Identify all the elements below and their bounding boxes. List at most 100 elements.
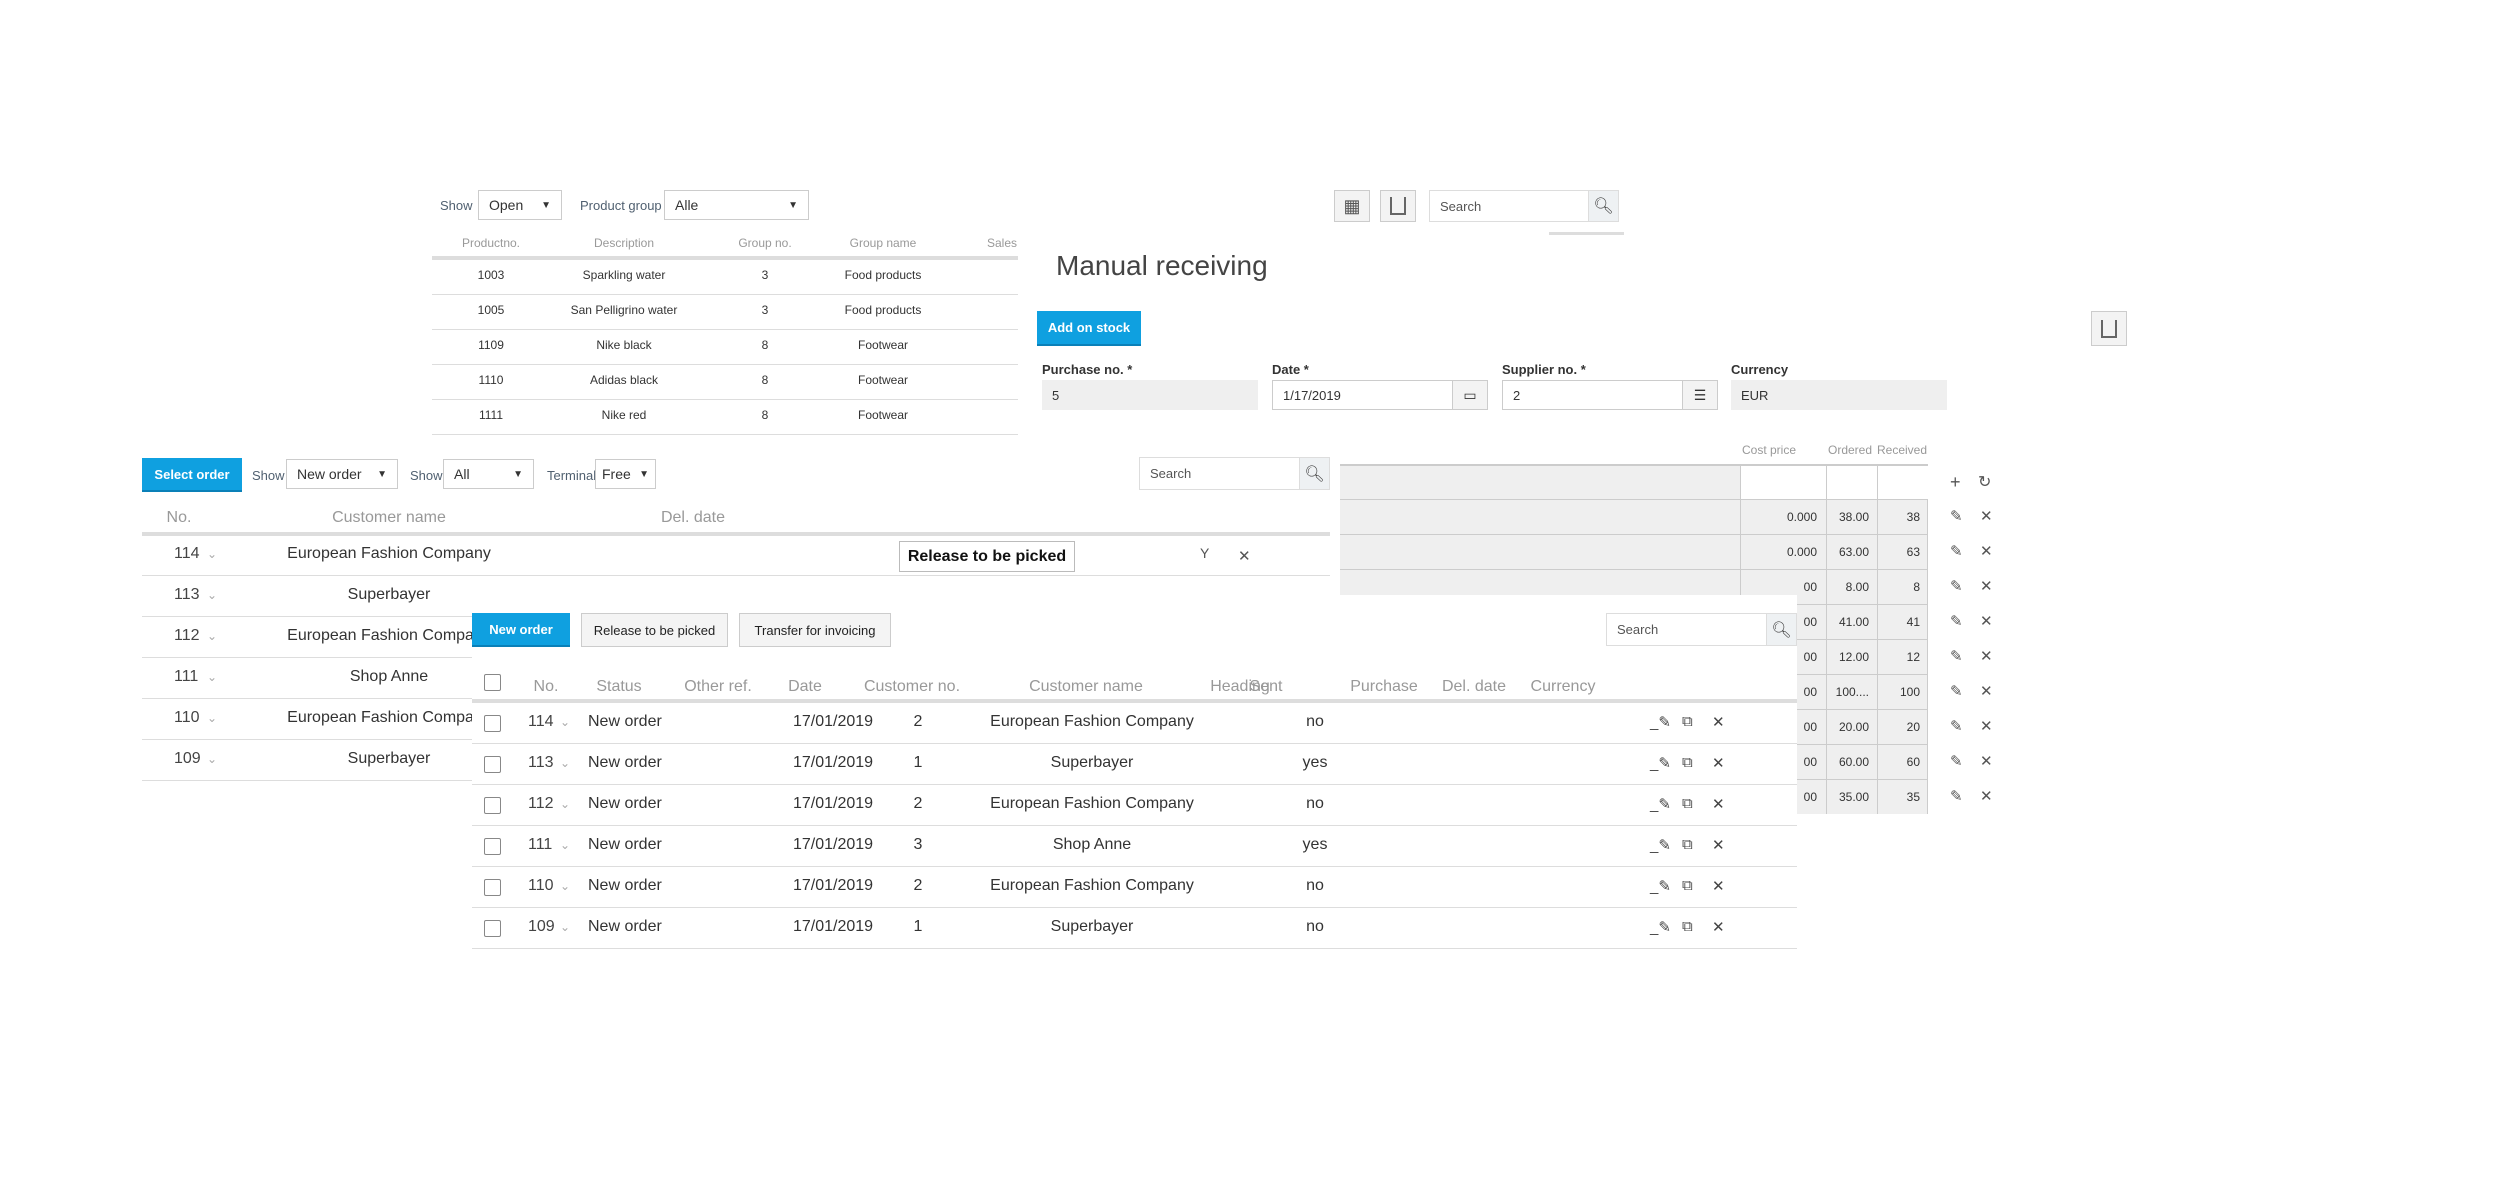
supplier-no-field[interactable]: 2 ☰ <box>1502 380 1718 410</box>
copy-icon[interactable]: ⧉ <box>1682 713 1693 730</box>
search-input[interactable]: Search <box>1140 458 1299 489</box>
delete-icon[interactable]: ✕ <box>1980 647 1993 665</box>
select-all-checkbox[interactable] <box>484 674 501 691</box>
calendar-icon[interactable]: ▭ <box>1452 381 1487 409</box>
add-icon[interactable]: + <box>1950 472 1961 493</box>
row-checkbox[interactable] <box>484 797 501 814</box>
delete-icon[interactable]: ✕ <box>1980 752 1993 770</box>
sent: no <box>1306 877 1324 894</box>
grid-view-button[interactable]: ▦ <box>1334 190 1370 222</box>
delete-icon[interactable]: ✕ <box>1712 877 1725 895</box>
edit-icon[interactable]: _✎ <box>1650 836 1671 854</box>
chevron-down-icon[interactable]: ⌄ <box>207 752 217 766</box>
edit-icon[interactable]: ✎ <box>1950 647 1963 665</box>
print-button[interactable] <box>1380 190 1416 222</box>
row-divider <box>472 948 1797 949</box>
date: 17/01/2019 <box>792 795 874 812</box>
table-cell: 1005 <box>477 303 505 317</box>
show-status-select[interactable]: New order ▼ <box>286 459 398 489</box>
edit-icon[interactable]: _✎ <box>1650 918 1671 936</box>
row-checkbox[interactable] <box>484 838 501 855</box>
new-line-input[interactable] <box>1740 466 1826 499</box>
row-divider <box>472 743 1797 744</box>
chevron-down-icon[interactable]: ⌄ <box>560 838 570 852</box>
edit-icon[interactable]: ✎ <box>1950 787 1963 805</box>
new-line-input[interactable] <box>1826 466 1877 499</box>
row-divider <box>1340 499 1928 500</box>
copy-icon[interactable]: ⧉ <box>1682 877 1693 894</box>
orders-search[interactable]: Search 🔍︎ <box>1606 613 1797 646</box>
delete-icon[interactable]: ✕ <box>1712 836 1725 854</box>
edit-icon[interactable]: ✎ <box>1950 577 1963 595</box>
list-lookup-icon[interactable]: ☰ <box>1682 381 1717 409</box>
edit-icon[interactable]: _✎ <box>1650 877 1671 895</box>
close-icon[interactable]: ✕ <box>1238 547 1251 565</box>
show-select[interactable]: Open ▼ <box>478 190 562 220</box>
receiving-search[interactable]: Search 🔍︎ <box>1429 190 1619 222</box>
chevron-down-icon[interactable]: ⌄ <box>207 588 217 602</box>
delete-icon[interactable]: ✕ <box>1980 507 1993 525</box>
copy-icon[interactable]: ⧉ <box>1682 754 1693 771</box>
chevron-down-icon[interactable]: ⌄ <box>560 920 570 934</box>
search-icon[interactable]: 🔍︎ <box>1299 458 1329 489</box>
chevron-down-icon[interactable]: ⌄ <box>207 711 217 725</box>
chevron-down-icon[interactable]: ⌄ <box>560 879 570 893</box>
delete-icon[interactable]: ✕ <box>1980 542 1993 560</box>
row-checkbox[interactable] <box>484 920 501 937</box>
row-checkbox[interactable] <box>484 715 501 732</box>
copy-icon[interactable]: ⧉ <box>1682 918 1693 935</box>
delete-icon[interactable]: ✕ <box>1712 713 1725 731</box>
search-icon[interactable]: 🔍︎ <box>1766 614 1796 645</box>
release-to-be-picked-button[interactable]: Release to be picked <box>899 541 1075 572</box>
delete-icon[interactable]: ✕ <box>1712 795 1725 813</box>
picking-search[interactable]: Search 🔍︎ <box>1139 457 1330 490</box>
delete-icon[interactable]: ✕ <box>1980 612 1993 630</box>
refresh-icon[interactable]: ↻ <box>1978 472 1991 492</box>
chevron-down-icon[interactable]: ⌄ <box>560 756 570 770</box>
edit-icon[interactable]: _✎ <box>1650 754 1671 772</box>
search-input[interactable]: Search <box>1430 191 1588 221</box>
date-field[interactable]: 1/17/2019 ▭ <box>1272 380 1488 410</box>
copy-icon[interactable]: ⧉ <box>1682 836 1693 853</box>
copy-icon[interactable]: ⧉ <box>1682 795 1693 812</box>
delete-icon[interactable]: ✕ <box>1712 918 1725 936</box>
terminal-select[interactable]: Free ▼ <box>595 459 656 489</box>
select-order-button[interactable]: Select order <box>142 458 242 492</box>
delete-icon[interactable]: ✕ <box>1980 787 1993 805</box>
chevron-down-icon[interactable]: ⌄ <box>207 547 217 561</box>
edit-icon[interactable]: ✎ <box>1950 682 1963 700</box>
delete-icon[interactable]: ✕ <box>1980 682 1993 700</box>
table-cell: 1110 <box>478 373 504 387</box>
row-checkbox[interactable] <box>484 756 501 773</box>
table-cell: 38.00 <box>1838 510 1869 524</box>
split-icon[interactable]: Y <box>1200 545 1209 561</box>
edit-icon[interactable]: ✎ <box>1950 612 1963 630</box>
edit-icon[interactable]: ✎ <box>1950 717 1963 735</box>
new-order-button[interactable]: New order <box>472 613 570 647</box>
edit-icon[interactable]: ✎ <box>1950 752 1963 770</box>
transfer-for-invoicing-button[interactable]: Transfer for invoicing <box>739 613 891 647</box>
edit-icon[interactable]: _✎ <box>1650 795 1671 813</box>
customer-name: Shop Anne <box>1052 836 1132 853</box>
search-icon[interactable]: 🔍︎ <box>1588 191 1618 221</box>
delete-icon[interactable]: ✕ <box>1980 717 1993 735</box>
new-line-input[interactable] <box>1877 466 1928 499</box>
edit-icon[interactable]: _✎ <box>1650 713 1671 731</box>
chevron-down-icon[interactable]: ⌄ <box>207 629 217 643</box>
delete-icon[interactable]: ✕ <box>1980 577 1993 595</box>
chevron-down-icon[interactable]: ⌄ <box>207 670 217 684</box>
print-button[interactable] <box>2091 311 2127 346</box>
chevron-down-icon[interactable]: ⌄ <box>560 715 570 729</box>
table-cell: 00 <box>1803 650 1817 664</box>
delete-icon[interactable]: ✕ <box>1712 754 1725 772</box>
product-group-select[interactable]: Alle ▼ <box>664 190 809 220</box>
row-checkbox[interactable] <box>484 879 501 896</box>
add-on-stock-button[interactable]: Add on stock <box>1037 311 1141 346</box>
edit-icon[interactable]: ✎ <box>1950 542 1963 560</box>
edit-icon[interactable]: ✎ <box>1950 507 1963 525</box>
show-filter-select[interactable]: All ▼ <box>443 459 534 489</box>
search-input[interactable]: Search <box>1607 614 1766 645</box>
status: New order <box>588 795 662 812</box>
chevron-down-icon[interactable]: ⌄ <box>560 797 570 811</box>
release-to-be-picked-button[interactable]: Release to be picked <box>581 613 728 647</box>
